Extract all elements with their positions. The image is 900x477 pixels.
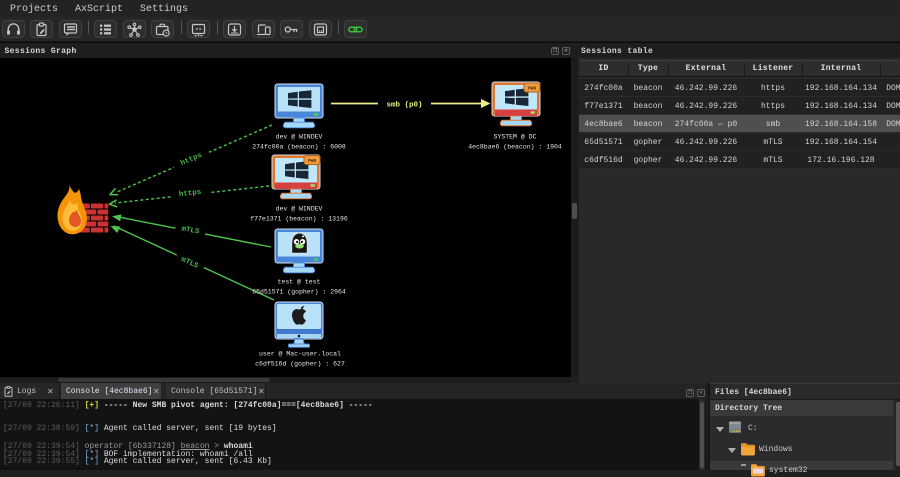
svg-text:c6df516d (gopher) : 627: c6df516d (gopher) : 627 (255, 361, 345, 368)
svg-text:smb (p0): smb (p0) (386, 102, 422, 110)
svg-text:274fc00a (beacon) : 6008: 274fc00a (beacon) : 6008 (252, 144, 346, 151)
svg-text:dev @ WINDEV: dev @ WINDEV (276, 134, 323, 141)
svg-text:test @ test: test @ test (278, 279, 321, 286)
svg-text:mTLS: mTLS (180, 256, 200, 271)
svg-text:SYSTEM @ DC: SYSTEM @ DC (494, 134, 537, 141)
svg-text:f77e1371 (beacon) : 13196: f77e1371 (beacon) : 13196 (250, 216, 348, 223)
svg-text:4ec8bae6 (beacon) : 1904: 4ec8bae6 (beacon) : 1904 (468, 144, 562, 151)
svg-text:https: https (179, 189, 203, 200)
svg-text:user @ Mac-user.local: user @ Mac-user.local (259, 351, 341, 358)
svg-text:dev @ WINDEV: dev @ WINDEV (276, 206, 323, 213)
svg-text:65d51571 (gopher) : 2964: 65d51571 (gopher) : 2964 (252, 289, 346, 296)
